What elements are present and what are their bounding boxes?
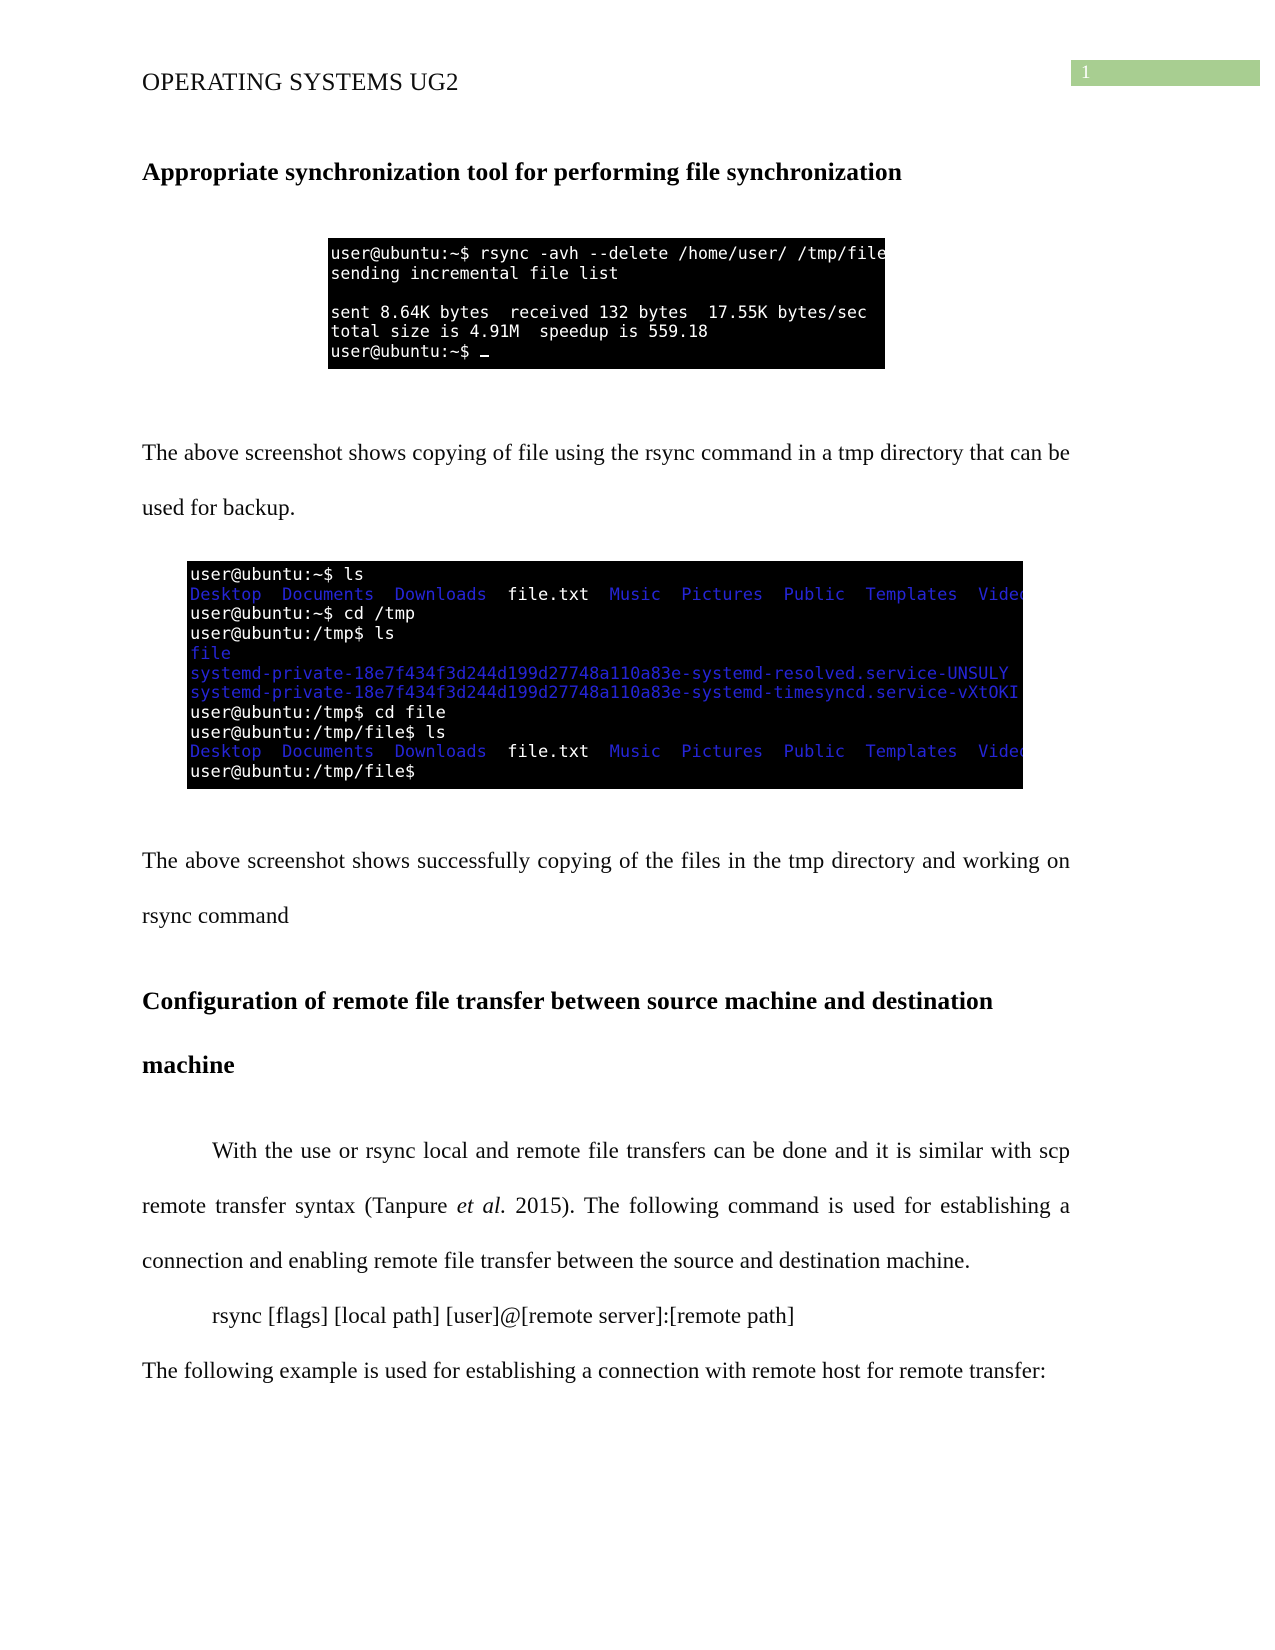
paragraph-rsync-syntax: rsync [flags] [local path] [user]@[remot…: [142, 1288, 1070, 1343]
terminal-line: user@ubuntu:/tmp$ cd file: [190, 702, 1023, 724]
terminal-line: user@ubuntu:~$ cd /tmp: [190, 605, 1023, 625]
terminal-line: sent 8.64K bytes received 132 bytes 17.5…: [330, 302, 867, 322]
paragraph-remote-transfer-intro: With the use or rsync local and remote f…: [142, 1123, 1070, 1288]
rsync-command-syntax: rsync [flags] [local path] [user]@[remot…: [212, 1303, 795, 1328]
document-page: OPERATING SYSTEMS UG2 1 Appropriate sync…: [0, 0, 1275, 1650]
terminal-screenshot-2: user@ubuntu:~$ ls Desktop Documents Downl…: [187, 561, 1023, 789]
document-body: Appropriate synchronization tool for per…: [142, 150, 1070, 1398]
terminal-text: user@ubuntu:~$ ls: [190, 565, 364, 585]
citation-et-al: et al.: [456, 1193, 507, 1218]
terminal-screenshot-2-wrapper: user@ubuntu:~$ ls Desktop Documents Downl…: [142, 561, 1115, 789]
terminal-text: file.txt: [486, 742, 610, 763]
terminal-cursor: [479, 354, 489, 357]
terminal-directory-text: systemd-private-18e7f434f3d244d199d27748…: [190, 683, 1020, 704]
terminal-directory-text: Desktop Documents Downloads: [190, 584, 487, 605]
terminal-line: systemd-private-18e7f434f3d244d199d27748…: [190, 663, 1023, 685]
terminal-line: user@ubuntu:/tmp/file$: [190, 762, 1023, 783]
terminal-directory-text: systemd-private-18e7f434f3d244d199d27748…: [190, 663, 1009, 684]
terminal-screenshot-1: user@ubuntu:~$ rsync -avh --delete /home…: [327, 238, 885, 369]
terminal-line: Desktop Documents Downloads file.txt Mus…: [190, 742, 1023, 763]
terminal-text: user@ubuntu:/tmp$ ls: [190, 624, 395, 645]
terminal-line: user@ubuntu:~$ rsync -avh --delete /home…: [330, 244, 885, 263]
terminal-text: user@ubuntu:/tmp/file$ ls: [190, 722, 446, 743]
terminal-directory-text: file: [190, 643, 231, 664]
header-title: OPERATING SYSTEMS UG2: [142, 69, 459, 96]
terminal-line: user@ubuntu:/tmp$ ls: [190, 624, 1023, 645]
terminal-line: file: [190, 643, 1023, 665]
paragraph-copy-success-description: The above screenshot shows successfully …: [142, 848, 1070, 928]
page-number: 1: [1081, 62, 1091, 83]
paragraph-example-intro: The following example is used for establ…: [142, 1358, 1047, 1383]
terminal-line: sending incremental file list: [330, 263, 619, 283]
page-header: OPERATING SYSTEMS UG2 1: [0, 60, 1275, 106]
heading-remote-file-transfer: Configuration of remote file transfer be…: [142, 986, 994, 1079]
terminal-screenshot-1-wrapper: user@ubuntu:~$ rsync -avh --delete /home…: [142, 238, 1070, 369]
terminal-text: user@ubuntu:/tmp$ cd file: [190, 702, 446, 723]
terminal-line: systemd-private-18e7f434f3d244d199d27748…: [190, 683, 1023, 704]
terminal-text: file.txt: [486, 584, 610, 605]
terminal-directory-text: Desktop Documents Downloads: [190, 742, 487, 763]
terminal-line: Desktop Documents Downloads file.txt Mus…: [190, 584, 1023, 606]
terminal-directory-text: Music Pictures Public Templates Videos: [609, 584, 1023, 605]
terminal-line: user@ubuntu:~$: [331, 342, 885, 362]
terminal-line: total size is 4.91M speedup is 559.18: [330, 322, 709, 341]
terminal-line: user@ubuntu:/tmp/file$ ls: [190, 722, 1023, 744]
terminal-line: user@ubuntu:~$ ls: [190, 565, 1023, 586]
paragraph-rsync-copy-description: The above screenshot shows copying of fi…: [142, 440, 1070, 520]
terminal-text: user@ubuntu:/tmp/file$: [190, 762, 416, 783]
terminal-directory-text: Music Pictures Public Templates Videos: [609, 742, 1023, 763]
terminal-text: user@ubuntu:~$ cd /tmp: [190, 604, 416, 625]
heading-synchronization-tool: Appropriate synchronization tool for per…: [142, 157, 902, 186]
